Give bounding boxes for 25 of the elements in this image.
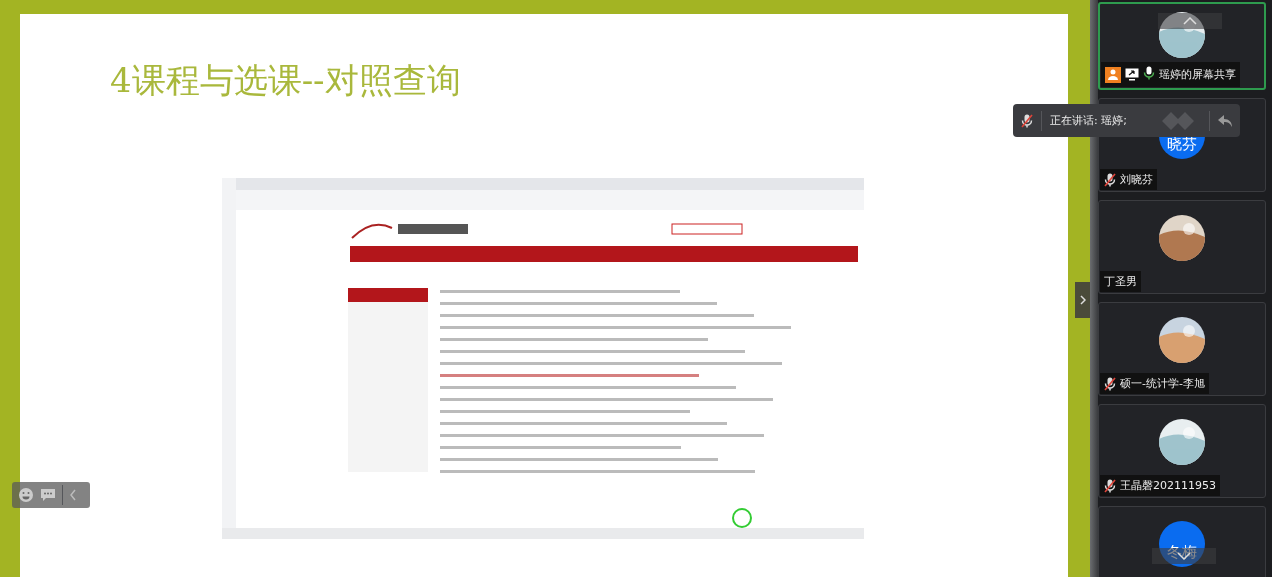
participant-tile[interactable]: 硕一-统计学-李旭 xyxy=(1098,302,1266,396)
panel-toggle-button[interactable] xyxy=(1075,282,1090,318)
microphone-icon[interactable] xyxy=(1143,66,1155,80)
emoji-icon[interactable] xyxy=(18,487,34,503)
participant-name: 刘晓芬 xyxy=(1120,172,1153,187)
scroll-up-button[interactable] xyxy=(1158,13,1222,29)
participant-name: 丁圣男 xyxy=(1104,274,1137,289)
chat-icon[interactable] xyxy=(40,488,56,502)
reply-icon[interactable] xyxy=(1218,114,1232,127)
person-icon xyxy=(1105,66,1121,83)
participant-tile[interactable]: 王晶磬202111953 xyxy=(1098,404,1266,498)
muted-microphone-icon[interactable] xyxy=(1104,376,1116,391)
screen-share-icon xyxy=(1125,68,1139,81)
participant-name: 王晶磬202111953 xyxy=(1120,478,1216,493)
avatar: 冬梅 xyxy=(1159,521,1205,567)
participant-tile[interactable]: 瑶婷的屏幕共享 xyxy=(1098,2,1266,90)
participant-tile[interactable]: 丁圣男 xyxy=(1098,200,1266,294)
muted-microphone-icon[interactable] xyxy=(1104,172,1116,187)
chevron-right-icon xyxy=(1079,295,1086,305)
participant-name: 硕一-统计学-李旭 xyxy=(1120,376,1205,391)
chevron-up-icon xyxy=(1183,17,1197,25)
muted-microphone-icon[interactable] xyxy=(1104,478,1116,493)
slide-title: 4课程与选课--对照查询 xyxy=(110,59,461,102)
participant-name: 瑶婷的屏幕共享 xyxy=(1159,67,1236,82)
muted-microphone-icon[interactable] xyxy=(1021,113,1033,128)
